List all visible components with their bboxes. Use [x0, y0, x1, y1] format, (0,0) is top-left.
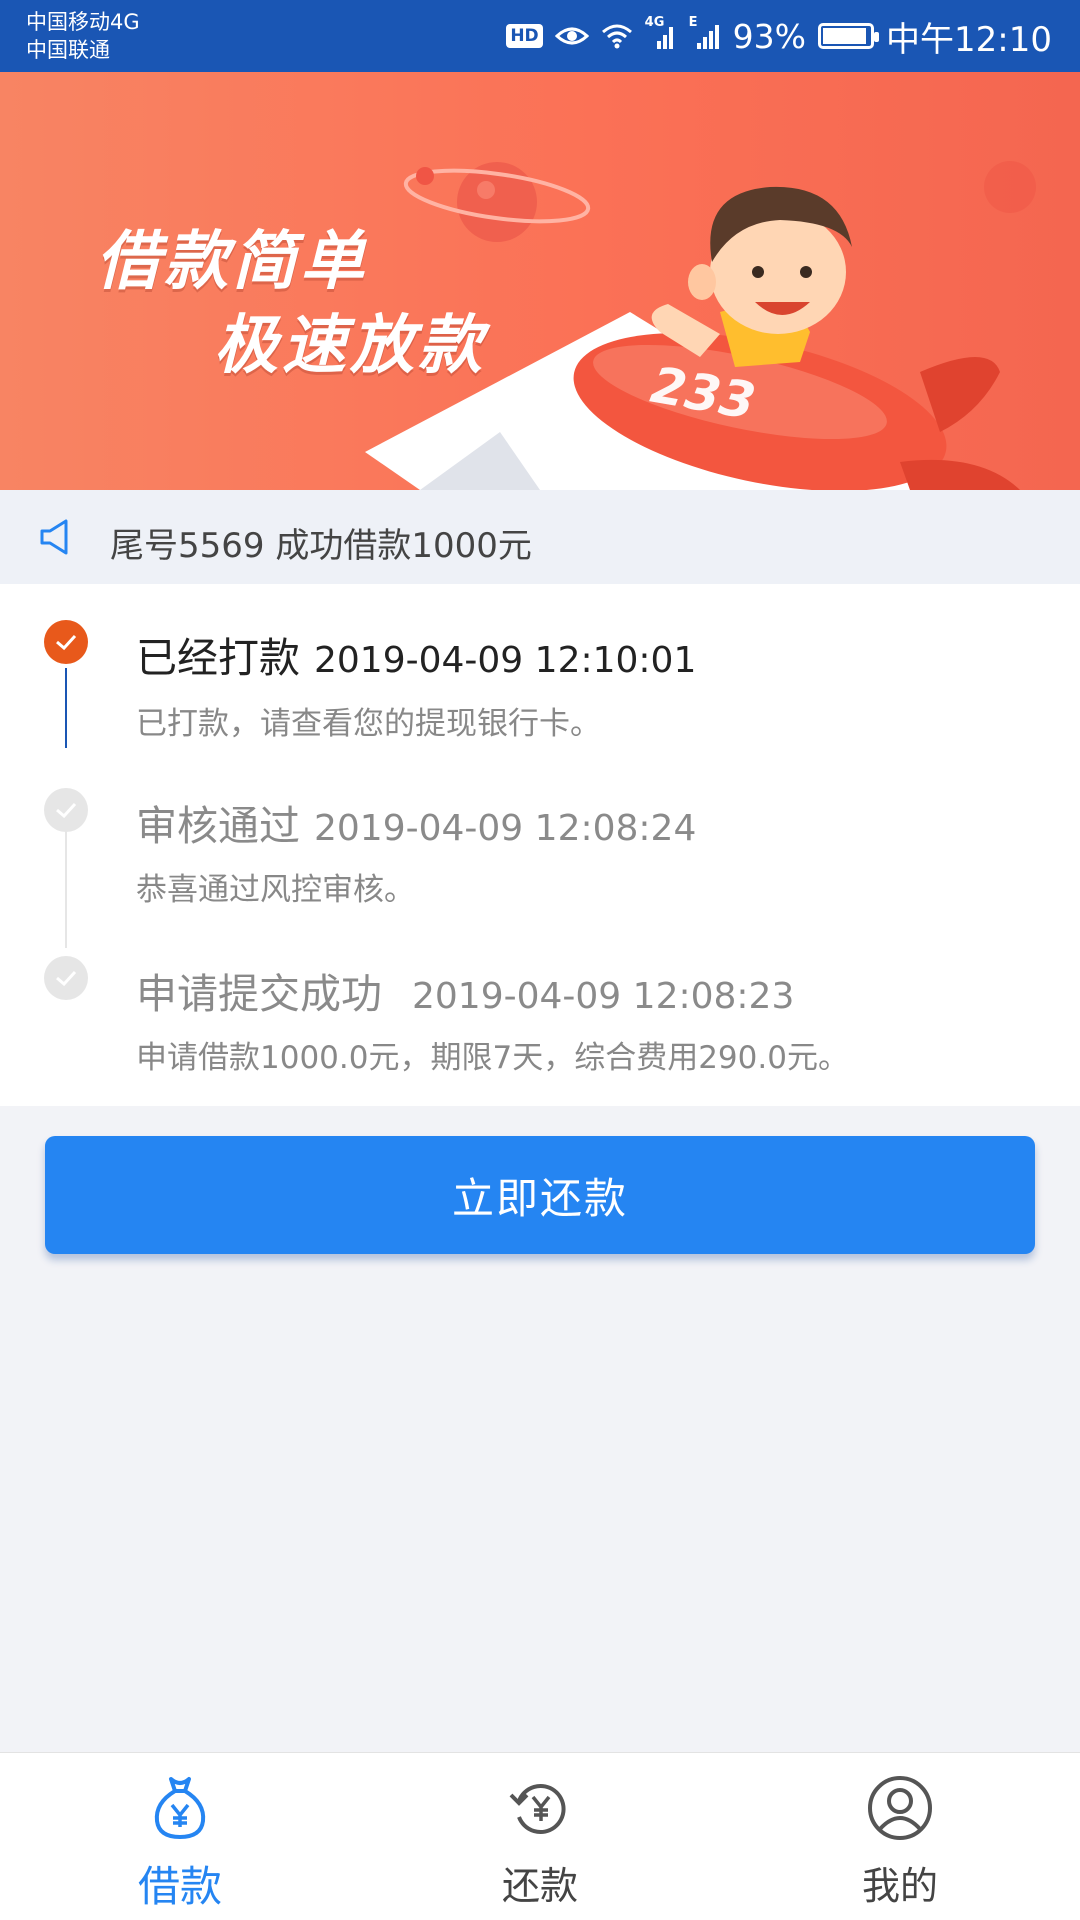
- promo-banner[interactable]: 233 借款简单 极速放款: [0, 72, 1080, 490]
- nav-label: 还款: [501, 1864, 578, 1908]
- repay-now-button[interactable]: 立即还款: [45, 1136, 1035, 1254]
- battery-percent: 93%: [732, 16, 807, 56]
- money-bag-icon: [145, 1773, 215, 1843]
- user-profile-icon: [865, 1773, 935, 1843]
- bottom-nav: 借款 还款 我的: [0, 1752, 1080, 1920]
- carrier-info: 中国移动4G 中国联通: [26, 8, 140, 64]
- battery-icon: [818, 23, 880, 49]
- nav-label: 我的: [861, 1864, 938, 1908]
- step-name: 申请提交成功: [136, 970, 382, 1018]
- step-name: 已经打款: [136, 634, 300, 682]
- check-icon: [44, 620, 88, 664]
- step-name: 审核通过: [136, 802, 300, 850]
- banner-headline-2: 极速放款: [214, 309, 486, 383]
- clock: 中午12:10: [886, 19, 1052, 60]
- carousel-indicator: [537, 451, 544, 458]
- carrier-secondary: 中国联通: [26, 38, 110, 62]
- loan-progress-timeline: 已经打款 2019-04-09 12:10:01 已打款，请查看您的提现银行卡。 …: [0, 584, 1080, 1106]
- step-time: 2019-04-09 12:08:23: [412, 976, 795, 1017]
- nav-item-mine[interactable]: 我的: [720, 1753, 1080, 1920]
- step-description: 恭喜通过风控审核。: [136, 872, 415, 908]
- nav-item-repay[interactable]: 还款: [360, 1753, 720, 1920]
- timeline-connector-active: [65, 668, 67, 748]
- check-icon: [44, 788, 88, 832]
- eye-comfort-icon: [554, 24, 589, 48]
- nav-item-loan[interactable]: 借款: [0, 1753, 360, 1920]
- network-e-label: E: [688, 15, 698, 30]
- nav-label: 借款: [137, 1862, 222, 1911]
- wifi-icon: [601, 23, 633, 49]
- notice-text: 尾号5569 成功借款1000元: [110, 526, 532, 566]
- battery-level: [823, 28, 867, 44]
- network-4g-label: 4G: [644, 15, 665, 30]
- status-icons: HD 4G E 93% 中午12:10: [506, 14, 1052, 60]
- notice-bar: 尾号5569 成功借款1000元: [0, 490, 1080, 584]
- repay-cycle-icon: [505, 1773, 575, 1843]
- banner-headline-1: 借款简单: [96, 225, 368, 299]
- step-title: 申请提交成功 2019-04-09 12:08:23: [136, 960, 794, 1020]
- step-time: 2019-04-09 12:08:24: [314, 808, 697, 849]
- step-description: 申请借款1000.0元，期限7天，综合费用290.0元。: [136, 1040, 849, 1076]
- carrier-primary: 中国移动4G: [26, 10, 140, 34]
- check-icon: [44, 956, 88, 1000]
- step-title: 已经打款 2019-04-09 12:10:01: [136, 624, 696, 684]
- signal-4g-icon: 4G: [645, 15, 677, 51]
- speaker-icon: [38, 518, 74, 560]
- signal-e-icon: E: [689, 15, 721, 51]
- step-description: 已打款，请查看您的提现银行卡。: [136, 706, 601, 742]
- step-time: 2019-04-09 12:10:01: [314, 640, 697, 681]
- hd-icon: HD: [506, 24, 543, 48]
- status-bar: 中国移动4G 中国联通 HD 4G E 93% 中午12:10: [0, 0, 1080, 72]
- step-title: 审核通过 2019-04-09 12:08:24: [136, 792, 696, 852]
